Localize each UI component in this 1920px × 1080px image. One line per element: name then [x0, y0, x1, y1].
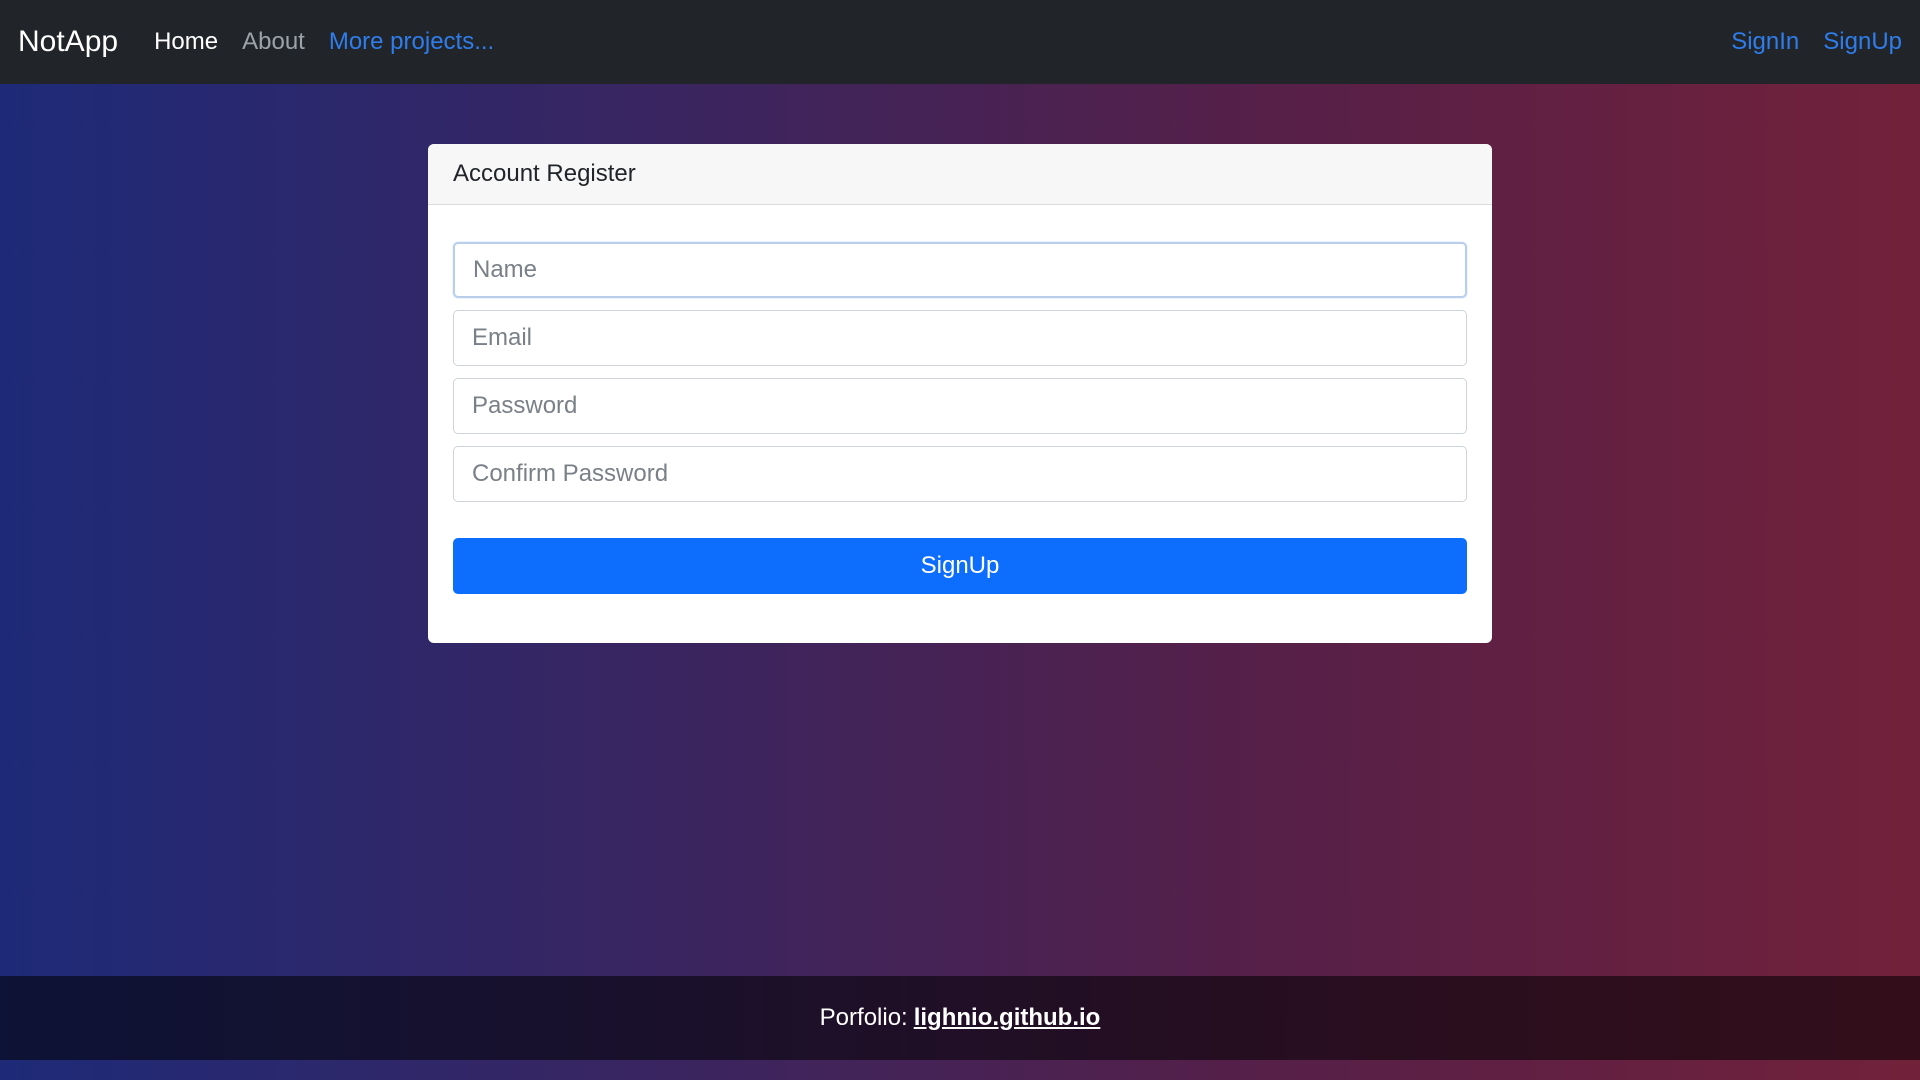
top-navbar: NotApp Home About More projects... SignI…: [0, 0, 1920, 84]
email-input[interactable]: [453, 310, 1467, 366]
name-input[interactable]: [453, 242, 1467, 298]
nav-auth-links: SignIn SignUp: [1707, 28, 1902, 56]
signup-submit-button[interactable]: SignUp: [453, 538, 1467, 594]
nav-link-signup[interactable]: SignUp: [1823, 28, 1902, 56]
password-input[interactable]: [453, 378, 1467, 434]
confirm-password-input[interactable]: [453, 446, 1467, 502]
brand-logo-link[interactable]: NotApp: [18, 25, 118, 59]
register-card: Account Register SignUp: [428, 144, 1492, 643]
footer-label: Porfolio:: [819, 1004, 908, 1031]
nav-link-home[interactable]: Home: [154, 28, 218, 56]
card-title: Account Register: [428, 144, 1492, 205]
nav-link-signin[interactable]: SignIn: [1731, 28, 1799, 56]
nav-link-about[interactable]: About: [242, 28, 305, 56]
page-footer: Porfolio: lighnio.github.io: [0, 976, 1920, 1060]
nav-link-more-projects[interactable]: More projects...: [329, 28, 494, 56]
portfolio-link[interactable]: lighnio.github.io: [914, 1004, 1101, 1032]
